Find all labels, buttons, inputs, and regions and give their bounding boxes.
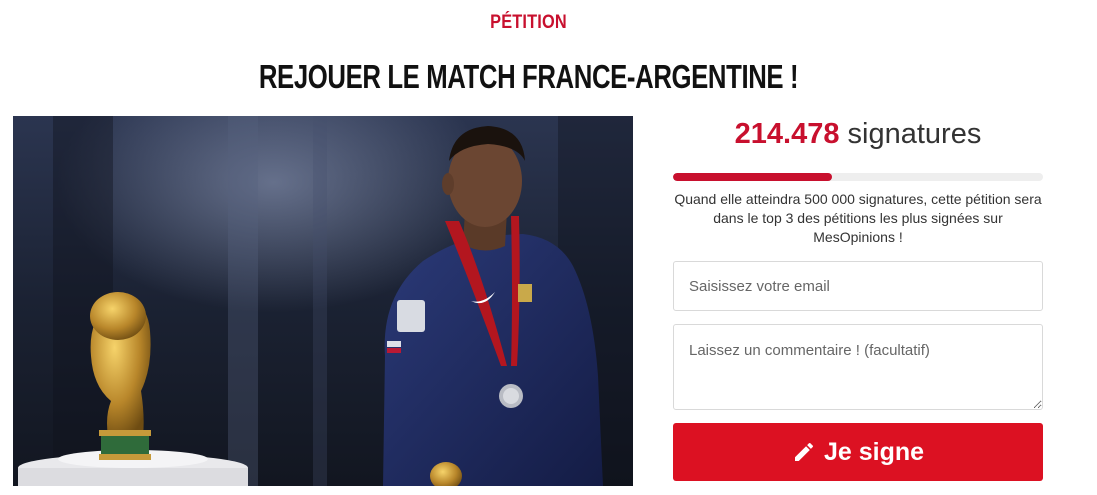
signature-progress-bar <box>673 173 1043 181</box>
email-field[interactable] <box>673 261 1043 311</box>
pencil-icon <box>794 442 813 461</box>
signature-counter: 214.478 signatures <box>673 118 1043 151</box>
goal-description: Quand elle atteindra 500 000 signatures,… <box>674 191 1042 245</box>
sign-button-label: Je signe <box>823 437 925 466</box>
comment-field[interactable] <box>673 324 1043 410</box>
page-title: REJOUER LE MATCH FRANCE-ARGENTINE ! <box>258 58 799 95</box>
progress-fill <box>673 173 833 181</box>
signature-count: 214.478 <box>734 118 840 150</box>
signature-word: signatures <box>847 118 982 150</box>
sign-button[interactable]: Je signe <box>673 423 1043 481</box>
petition-photo <box>13 116 633 486</box>
petition-kicker: PÉTITION <box>490 12 567 33</box>
